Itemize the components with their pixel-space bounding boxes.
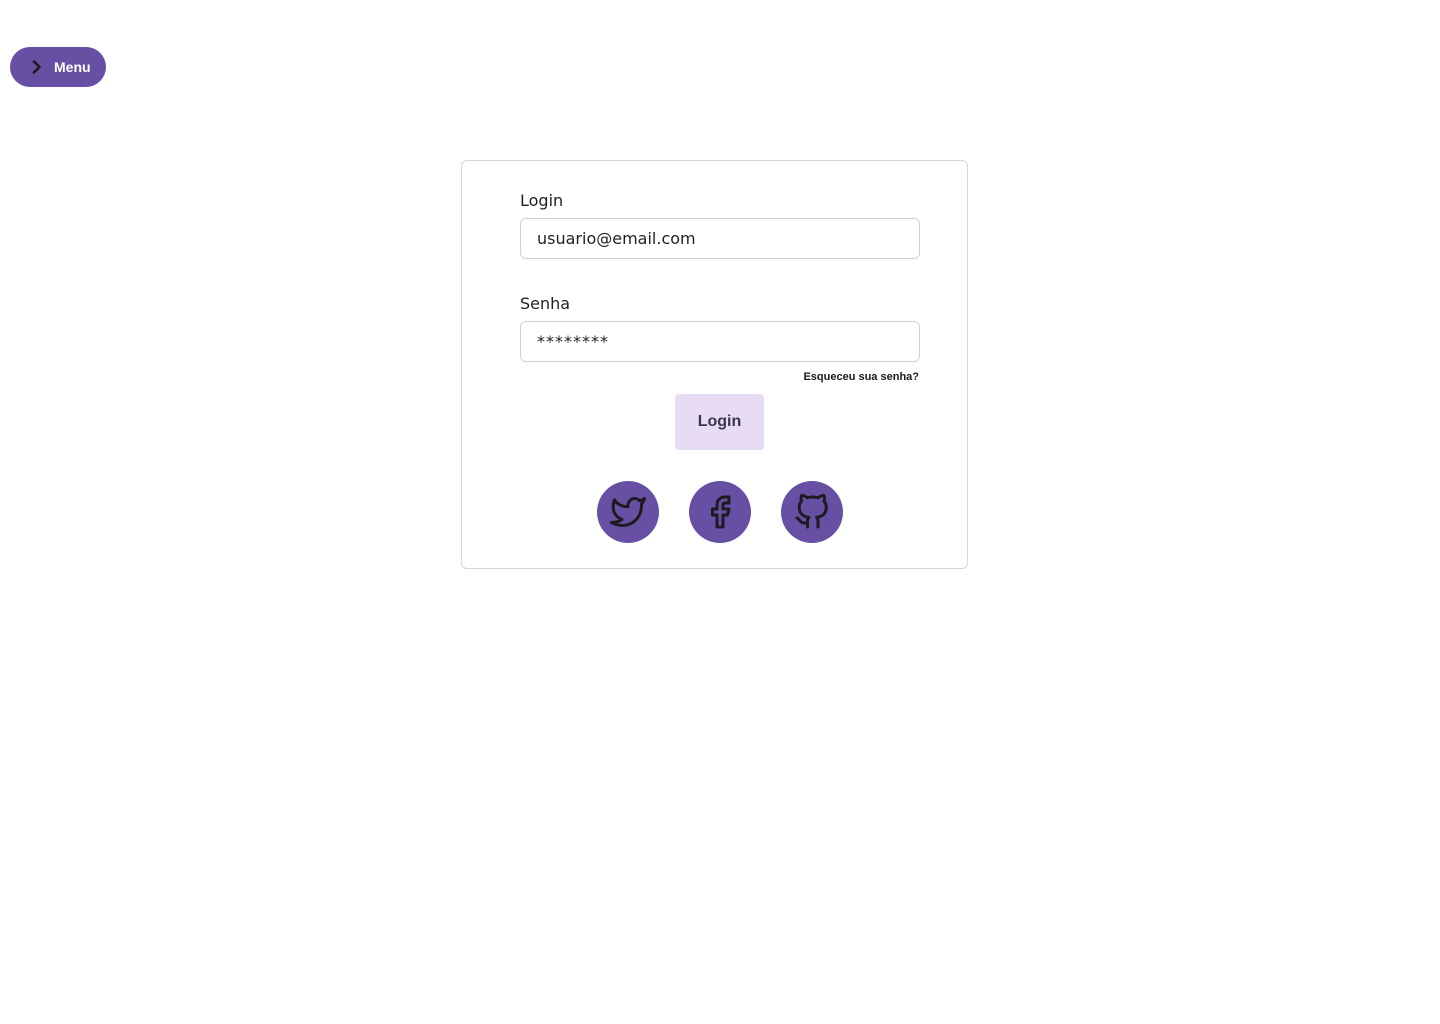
github-icon (795, 494, 828, 529)
login-input[interactable] (520, 218, 920, 259)
password-input[interactable] (520, 321, 920, 362)
facebook-button[interactable] (689, 481, 751, 543)
chevron-right-icon (30, 60, 44, 74)
password-label: Senha (520, 294, 571, 313)
login-card: Login Senha Esqueceu sua senha? Login (461, 160, 968, 569)
twitter-button[interactable] (597, 481, 659, 543)
github-button[interactable] (781, 481, 843, 543)
menu-button-label: Menu (54, 59, 91, 75)
login-label: Login (520, 191, 564, 210)
menu-button[interactable]: Menu (10, 47, 106, 87)
login-button[interactable]: Login (675, 394, 764, 450)
twitter-icon (610, 497, 646, 527)
facebook-icon (711, 495, 731, 529)
forgot-password-link[interactable]: Esqueceu sua senha? (803, 371, 919, 383)
